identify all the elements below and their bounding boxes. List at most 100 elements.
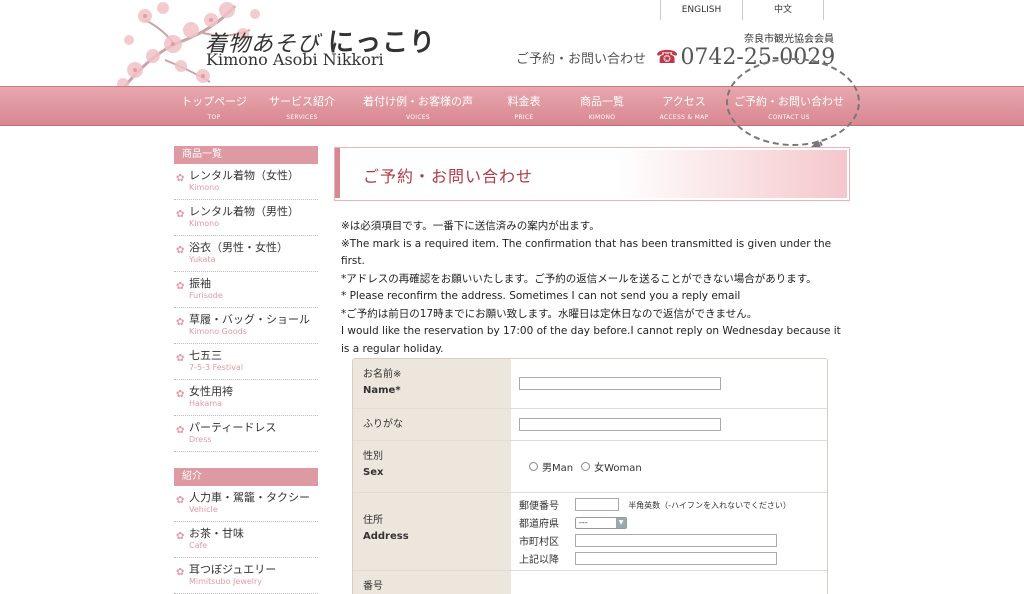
- sidebar-item-label: 耳つぼジュエリー: [189, 563, 277, 576]
- nav-label: アクセス: [662, 95, 706, 108]
- sidebar-item-sublabel: Kimono: [189, 219, 220, 228]
- postal-input[interactable]: [575, 498, 619, 511]
- male-radio[interactable]: [529, 462, 538, 471]
- female-radio-label[interactable]: 女Woman: [594, 459, 642, 474]
- nav-sublabel: ACCESS & MAP: [659, 114, 709, 121]
- sidebar-item-sublabel: Furisode: [189, 291, 223, 300]
- note-line: ※The mark is a required item. The confir…: [341, 237, 832, 268]
- sidebar-item-sublabel: Yukata: [189, 255, 216, 264]
- phone-number[interactable]: 0742-25-0029: [680, 45, 835, 70]
- sidebar-item-label: 人力車・駕籠・タクシー: [189, 491, 310, 504]
- address-field-cell: 郵便番号 半角英数（-ハイフンを入れないでください） 都道府県 --- ▼ 市町…: [511, 493, 827, 570]
- sidebar-item-sublabel: Kimono Goods: [189, 327, 247, 336]
- flower-icon: ✿: [176, 389, 185, 400]
- furigana-input[interactable]: [519, 418, 721, 431]
- city-label: 市町村区: [519, 537, 559, 548]
- nav-price[interactable]: 料金表 PRICE: [500, 87, 548, 127]
- note-line: *ご予約は前日の17時までにお願い致します。水曜日は定休日なので返信ができません…: [341, 307, 758, 320]
- sidebar-item-sublabel: Kimono: [189, 183, 220, 192]
- furigana-label: ふりがな: [353, 409, 511, 440]
- flower-icon: ✿: [176, 425, 185, 436]
- sidebar-item-label: 女性用袴: [189, 385, 233, 398]
- sidebar-item-vehicle[interactable]: ✿ 人力車・駕籠・タクシー Vehicle: [174, 486, 318, 522]
- nav-kimono[interactable]: 商品一覧 KIMONO: [576, 87, 628, 127]
- address-label-jp: 住所: [363, 515, 383, 526]
- sidebar-item-label: レンタル着物（女性）: [189, 169, 299, 182]
- flower-icon: ✿: [176, 281, 185, 292]
- note-line: * Please reconfirm the address. Sometime…: [341, 290, 741, 302]
- nav-services[interactable]: サービス紹介 SERVICES: [266, 87, 338, 127]
- lang-chinese-link[interactable]: 中文: [742, 0, 824, 20]
- sidebar-item-furisode[interactable]: ✿ 振袖 Furisode: [174, 272, 318, 308]
- nav-voices[interactable]: 着付け例・お客様の声 VOICES: [360, 87, 476, 127]
- nav-label: トップページ: [181, 95, 247, 108]
- prefecture-select[interactable]: --- ▼: [575, 516, 627, 529]
- nav-sublabel: PRICE: [514, 114, 534, 121]
- prefecture-label: 都道府県: [519, 519, 559, 530]
- nav-sublabel: CONTACT US: [768, 114, 810, 121]
- name-label: お名前※ Name*: [353, 359, 511, 408]
- form-row-address: 住所 Address 郵便番号 半角英数（-ハイフンを入れないでください） 都道…: [353, 493, 827, 571]
- nav-label: サービス紹介: [269, 95, 335, 108]
- sidebar-item-label: パーティードレス: [189, 421, 277, 434]
- nav-sublabel: KIMONO: [588, 114, 616, 121]
- flower-icon: ✿: [176, 567, 185, 578]
- sex-label: 性別 Sex: [353, 441, 511, 492]
- name-input[interactable]: [519, 377, 721, 390]
- logo-english[interactable]: Kimono Asobi Nikkori: [206, 50, 384, 69]
- male-radio-label[interactable]: 男Man: [542, 459, 573, 474]
- sidebar-item-yukata[interactable]: ✿ 浴衣（男性・女性） Yukata: [174, 236, 318, 272]
- sidebar-item-jewelry[interactable]: ✿ 耳つぼジュエリー Mimitsubo Jewelry: [174, 558, 318, 594]
- nav-label: 着付け例・お客様の声: [363, 95, 473, 108]
- form-row-furigana: ふりがな: [353, 409, 827, 441]
- flower-icon: ✿: [176, 173, 185, 184]
- nav-top[interactable]: トップページ TOP: [178, 87, 250, 127]
- sidebar-item-sublabel: Dress: [189, 435, 212, 444]
- number-field-cell: [511, 571, 827, 594]
- page-title-box: ご予約・お問い合わせ: [334, 147, 850, 201]
- name-label-en: Name*: [363, 385, 401, 396]
- sidebar-item-shichigosan[interactable]: ✿ 七五三 7-5-3 Festival: [174, 344, 318, 380]
- postal-label: 郵便番号: [519, 501, 559, 512]
- sidebar-item-label: 草履・バッグ・ショール: [189, 313, 310, 326]
- sex-field-cell: 男Man 女Woman: [511, 441, 827, 492]
- lang-english-link[interactable]: ENGLISH: [660, 0, 742, 20]
- name-label-jp: お名前※: [363, 369, 402, 380]
- flower-icon: ✿: [176, 245, 185, 256]
- sidebar-item-sublabel: Mimitsubo Jewelry: [189, 577, 263, 586]
- form-row-number: 番号: [353, 571, 827, 594]
- sidebar-item-label: レンタル着物（男性）: [189, 205, 299, 218]
- female-radio[interactable]: [581, 462, 591, 471]
- flower-icon: ✿: [176, 531, 185, 542]
- street-label: 上記以降: [519, 555, 559, 566]
- sidebar-item-label: お茶・甘味: [189, 527, 244, 540]
- note-line: I would like the reservation by 17:00 of…: [341, 325, 841, 355]
- nav-contact[interactable]: ご予約・お問い合わせ CONTACT US: [732, 87, 846, 127]
- note-line: *アドレスの再確認をお願いいたします。ご予約の返信メールを送ることができない場合…: [341, 272, 817, 285]
- sidebar-item-sublabel: Cafe: [189, 541, 208, 550]
- sidebar-item-kimono-men[interactable]: ✿ レンタル着物（男性） Kimono: [174, 200, 318, 236]
- street-input[interactable]: [575, 552, 777, 565]
- nav-access[interactable]: アクセス ACCESS & MAP: [656, 87, 712, 127]
- city-input[interactable]: [575, 534, 777, 547]
- sidebar: 商品一覧 ✿ レンタル着物（女性） Kimono ✿ レンタル着物（男性） Ki…: [174, 146, 318, 594]
- sidebar-item-goods[interactable]: ✿ 草履・バッグ・ショール Kimono Goods: [174, 308, 318, 344]
- form-row-name: お名前※ Name*: [353, 359, 827, 409]
- sidebar-item-kimono-women[interactable]: ✿ レンタル着物（女性） Kimono: [174, 164, 318, 200]
- sidebar-item-hakama[interactable]: ✿ 女性用袴 Hakama: [174, 380, 318, 416]
- sex-label-jp: 性別: [363, 451, 383, 462]
- sidebar-heading-products: 商品一覧: [174, 146, 318, 164]
- sidebar-item-cafe[interactable]: ✿ お茶・甘味 Cafe: [174, 522, 318, 558]
- sidebar-item-sublabel: Hakama: [189, 399, 223, 408]
- sidebar-item-label: 振袖: [189, 277, 211, 290]
- sidebar-item-dress[interactable]: ✿ パーティードレス Dress: [174, 416, 318, 452]
- form-row-sex: 性別 Sex 男Man 女Woman: [353, 441, 827, 493]
- note-line: ※は必須項目です。一番下に送信済みの案内が出ます。: [341, 220, 600, 232]
- title-accent-bar: [335, 148, 340, 198]
- prefecture-value: ---: [579, 517, 588, 527]
- address-label-en: Address: [363, 531, 409, 542]
- postal-hint: 半角英数（-ハイフンを入れないでください）: [628, 500, 791, 510]
- nav-sublabel: TOP: [207, 114, 221, 121]
- sidebar-item-label: 七五三: [189, 349, 222, 362]
